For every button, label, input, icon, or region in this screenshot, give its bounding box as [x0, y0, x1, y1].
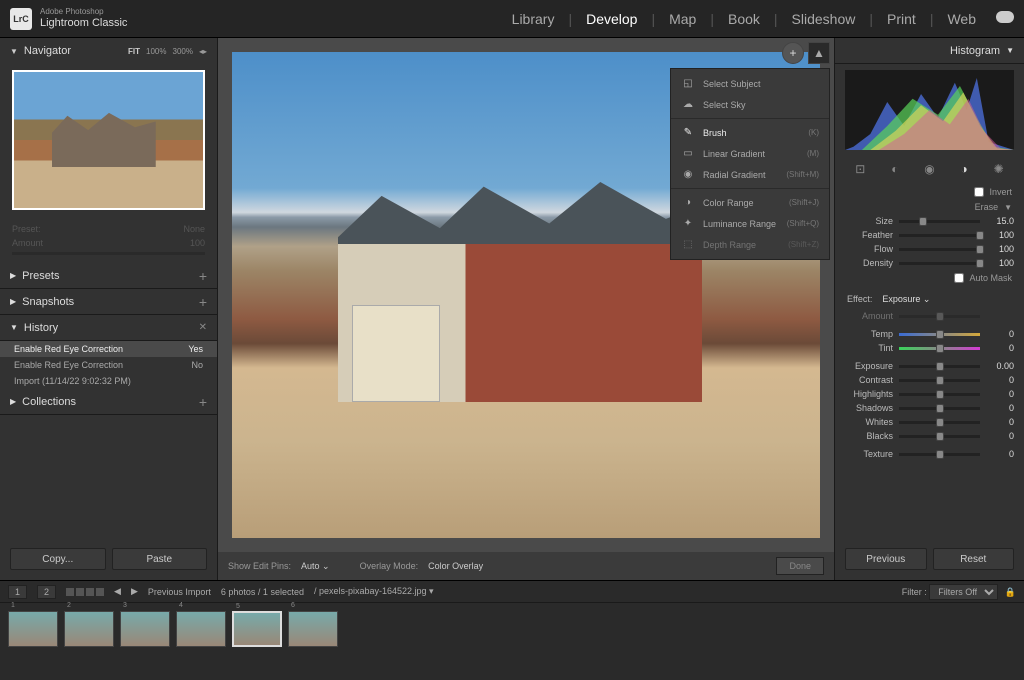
zoom-100[interactable]: 100% — [146, 47, 166, 56]
redeye-tool-icon[interactable]: ◉ — [921, 162, 937, 178]
history-item[interactable]: Import (11/14/22 9:02:32 PM) — [0, 373, 217, 389]
previous-button[interactable]: Previous — [845, 548, 927, 570]
add-mask-button[interactable]: + — [782, 42, 804, 64]
view-grid-icon[interactable] — [66, 588, 104, 596]
menu-linear-gradient[interactable]: ▭Linear Gradient(M) — [671, 143, 829, 164]
radial-tool-icon[interactable]: ✺ — [991, 162, 1007, 178]
history-list: Enable Red Eye CorrectionYesEnable Red E… — [0, 341, 217, 389]
title-bar: LrC Adobe Photoshop Lightroom Classic Li… — [0, 0, 1024, 38]
zoom-fit[interactable]: FIT — [128, 47, 140, 56]
filter-dropdown[interactable]: Filters Off — [929, 584, 998, 600]
history-panel-header[interactable]: ▼History✕ — [0, 315, 217, 341]
filmstrip: 1 2 ◀ ▶ Previous Import 6 photos / 1 sel… — [0, 580, 1024, 680]
overlay-mode-dropdown[interactable]: Color Overlay — [428, 561, 483, 571]
canvas-toolbar: Show Edit Pins: Auto ⌄ Overlay Mode: Col… — [218, 552, 834, 580]
module-print[interactable]: Print — [887, 11, 916, 27]
navigator-header[interactable]: ▼ Navigator FIT 100% 300% ◂▸ — [0, 38, 217, 64]
menu-color-range[interactable]: ◑Color Range(Shift+J) — [671, 192, 829, 213]
app-logo: LrC — [10, 8, 32, 30]
photo-count: 6 photos / 1 selected — [221, 587, 304, 597]
filter-lock-icon[interactable]: 🔒 — [1005, 587, 1016, 597]
erase-row[interactable]: Erase▼ — [835, 200, 1024, 214]
menu-radial-gradient[interactable]: ◉Radial Gradient(Shift+M) — [671, 164, 829, 185]
slider-density[interactable]: Density100 — [835, 256, 1024, 270]
slider-flow[interactable]: Flow100 — [835, 242, 1024, 256]
module-develop[interactable]: Develop — [586, 11, 637, 27]
paste-button[interactable]: Paste — [112, 548, 208, 570]
slider-tint[interactable]: Tint0 — [835, 341, 1024, 355]
filmstrip-thumb[interactable]: 5 — [232, 611, 282, 647]
slider-feather[interactable]: Feather100 — [835, 228, 1024, 242]
invert-checkbox[interactable] — [974, 187, 984, 197]
slider-size[interactable]: Size15.0 — [835, 214, 1024, 228]
edit-pins-dropdown[interactable]: Auto ⌄ — [301, 561, 330, 572]
slider-amount[interactable]: Amount — [835, 309, 1024, 323]
slider-blacks[interactable]: Blacks0 — [835, 429, 1024, 443]
slider-exposure[interactable]: Exposure0.00 — [835, 359, 1024, 373]
slider-whites[interactable]: Whites0 — [835, 415, 1024, 429]
filmstrip-thumb[interactable]: 1 — [8, 611, 58, 647]
tool-strip: ⊡ ◐ ◉ ◑ ✺ — [835, 156, 1024, 184]
menu-luminance-range[interactable]: ✦Luminance Range(Shift+Q) — [671, 213, 829, 234]
source-label[interactable]: Previous Import — [148, 587, 211, 597]
mask-tool-icon[interactable]: ◑ — [956, 162, 972, 178]
page-1-button[interactable]: 1 — [8, 585, 27, 599]
mask-triangle-icon[interactable]: ▲ — [808, 42, 830, 64]
right-panel: Histogram▼ ⊡ ◐ ◉ ◑ ✺ Invert Erase▼ Size1… — [834, 38, 1024, 580]
center-area: + ▲ ◱Select Subject☁Select Sky ✎Brush(K)▭… — [218, 38, 834, 580]
app-brand: Adobe Photoshop Lightroom Classic — [40, 8, 127, 29]
photo-path[interactable]: / pexels-pixabay-164522.jpg ▾ — [314, 586, 434, 597]
module-library[interactable]: Library — [512, 11, 555, 27]
reset-button[interactable]: Reset — [933, 548, 1015, 570]
navigator-thumbnail[interactable] — [12, 70, 205, 210]
module-web[interactable]: Web — [947, 11, 976, 27]
zoom-300[interactable]: 300% — [173, 47, 193, 56]
mask-tool-menu: ◱Select Subject☁Select Sky ✎Brush(K)▭Line… — [670, 68, 830, 260]
copy-button[interactable]: Copy... — [10, 548, 106, 570]
effect-dropdown[interactable]: Exposure ⌄ — [882, 294, 930, 305]
menu-select-sky[interactable]: ☁Select Sky — [671, 94, 829, 115]
module-book[interactable]: Book — [728, 11, 760, 27]
slider-shadows[interactable]: Shadows0 — [835, 401, 1024, 415]
collections-panel-header[interactable]: ▶Collections+ — [0, 389, 217, 415]
slider-highlights[interactable]: Highlights0 — [835, 387, 1024, 401]
crop-tool-icon[interactable]: ⊡ — [852, 162, 868, 178]
menu-select-subject[interactable]: ◱Select Subject — [671, 73, 829, 94]
filmstrip-thumb[interactable]: 3 — [120, 611, 170, 647]
histogram-header[interactable]: Histogram▼ — [835, 38, 1024, 64]
filmstrip-thumb[interactable]: 4 — [176, 611, 226, 647]
nav-back-icon[interactable]: ◀ — [114, 586, 121, 597]
histogram-chart[interactable] — [845, 70, 1014, 150]
slider-temp[interactable]: Temp0 — [835, 327, 1024, 341]
left-panel: ▼ Navigator FIT 100% 300% ◂▸ Preset:None… — [0, 38, 218, 580]
cloud-sync-icon[interactable] — [996, 11, 1014, 23]
page-2-button[interactable]: 2 — [37, 585, 56, 599]
menu-depth-range[interactable]: ⬚Depth Range(Shift+Z) — [671, 234, 829, 255]
module-map[interactable]: Map — [669, 11, 696, 27]
module-slideshow[interactable]: Slideshow — [792, 11, 856, 27]
presets-panel-header[interactable]: ▶Presets+ — [0, 263, 217, 289]
automask-checkbox[interactable] — [954, 273, 964, 283]
nav-fwd-icon[interactable]: ▶ — [131, 586, 138, 597]
history-item[interactable]: Enable Red Eye CorrectionYes — [0, 341, 217, 357]
slider-contrast[interactable]: Contrast0 — [835, 373, 1024, 387]
module-picker: Library|Develop|Map|Book|Slideshow|Print… — [512, 11, 1014, 27]
done-button[interactable]: Done — [776, 557, 824, 575]
heal-tool-icon[interactable]: ◐ — [887, 162, 903, 178]
zoom-more-icon[interactable]: ◂▸ — [199, 47, 207, 56]
menu-brush[interactable]: ✎Brush(K) — [671, 122, 829, 143]
snapshots-panel-header[interactable]: ▶Snapshots+ — [0, 289, 217, 315]
filmstrip-thumb[interactable]: 2 — [64, 611, 114, 647]
filmstrip-thumb[interactable]: 6 — [288, 611, 338, 647]
history-item[interactable]: Enable Red Eye CorrectionNo — [0, 357, 217, 373]
slider-texture[interactable]: Texture0 — [835, 447, 1024, 461]
preset-amount-block: Preset:None Amount100 — [0, 216, 217, 263]
